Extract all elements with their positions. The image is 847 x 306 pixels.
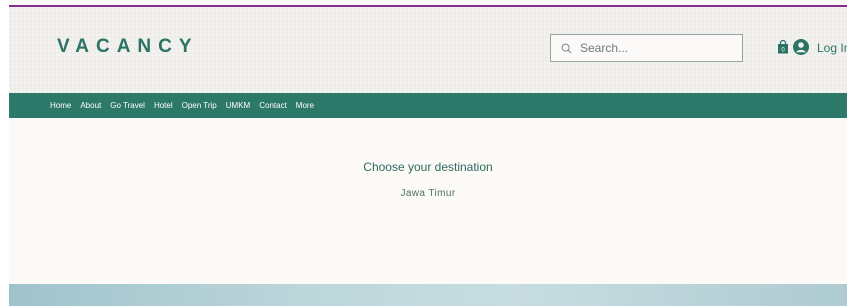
nav-item-home[interactable]: Home (50, 101, 71, 110)
nav-item-go-travel[interactable]: Go Travel (110, 101, 145, 110)
page-subtitle: Jawa Timur (400, 188, 456, 199)
site-header: VACANCY 0 Log In (9, 7, 847, 93)
login-link[interactable]: Log In (817, 41, 847, 55)
search-icon (561, 43, 572, 53)
user-avatar-icon[interactable] (793, 39, 809, 55)
main-nav: Home About Go Travel Hotel Open Trip UMK… (9, 93, 847, 118)
page: VACANCY 0 Log In Home About Go Travel Ho… (9, 0, 847, 306)
nav-item-more[interactable]: More (296, 101, 314, 110)
nav-item-umkm[interactable]: UMKM (226, 101, 250, 110)
nav-item-about[interactable]: About (80, 101, 101, 110)
nav-item-hotel[interactable]: Hotel (154, 101, 173, 110)
search-box[interactable] (550, 34, 743, 62)
cart-icon[interactable]: 0 (777, 40, 789, 54)
page-title: Choose your destination (363, 160, 493, 174)
nav-item-contact[interactable]: Contact (259, 101, 287, 110)
search-input[interactable] (578, 40, 732, 56)
site-logo[interactable]: VACANCY (57, 36, 199, 58)
nav-item-open-trip[interactable]: Open Trip (182, 101, 217, 110)
hero-image-strip (9, 284, 847, 306)
